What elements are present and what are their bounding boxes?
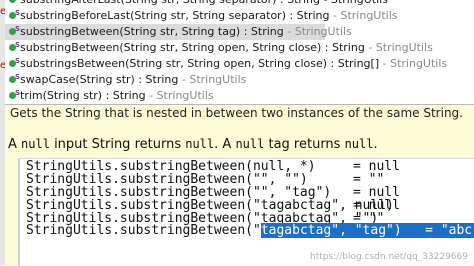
proposal-owner: - StringUtils: [283, 25, 352, 38]
text-selection[interactable]: tagabctag", "tag") = "abc": [260, 223, 474, 238]
content-assist-popup[interactable]: substringAfterLast(String str, String se…: [5, 0, 474, 105]
proposal-label: substringBetween(String str, String open…: [20, 40, 433, 56]
proposal-signature: substringBetween(String str, String tag)…: [20, 25, 284, 38]
proposal-label: substringBetween(String str, String tag)…: [20, 24, 352, 40]
proposal-label: substringAfterLast(String str, String se…: [20, 0, 388, 8]
proposal-signature: trim(String str) : String: [20, 89, 146, 102]
javadoc-null-note: A null input String returns null. A null…: [8, 137, 378, 152]
proposal-signature: substringBetween(String str, String open…: [20, 41, 365, 54]
example-line-selected[interactable]: StringUtils.substringBetween("tagabctag"…: [26, 223, 474, 239]
javadoc-description: Gets the String that is nested in betwee…: [10, 106, 463, 120]
proposal-signature: substringBeforeLast(String str, String s…: [20, 9, 330, 22]
proposal-item[interactable]: SsubstringsBetween(String str, String op…: [5, 56, 474, 72]
proposal-owner: - StringUtils: [329, 9, 398, 22]
proposal-item[interactable]: SsubstringBeforeLast(String str, String …: [5, 8, 474, 24]
watermark: https://blog.csdn.net/qq_33229669: [309, 252, 468, 262]
javadoc-code-example: StringUtils.substringBetween(null, *) = n…: [18, 158, 474, 266]
proposal-item[interactable]: substringAfterLast(String str, String se…: [5, 0, 474, 8]
proposal-owner: - StringUtils: [178, 73, 247, 86]
proposal-signature: substringsBetween(String str, String ope…: [20, 57, 380, 70]
public-method-icon: [9, 0, 16, 3]
proposal-owner: - StringUtils: [379, 57, 448, 70]
proposal-item[interactable]: SsubstringBetween(String str, String ope…: [5, 40, 474, 56]
proposal-item[interactable]: SsubstringBetween(String str, String tag…: [5, 24, 352, 40]
proposal-signature: swapCase(String str) : String: [20, 73, 179, 86]
proposal-item[interactable]: Strim(String str) : String - StringUtils: [5, 88, 474, 104]
proposal-owner: - StringUtils: [145, 89, 214, 102]
proposal-label: swapCase(String str) : String - StringUt…: [20, 72, 246, 88]
proposal-item[interactable]: SswapCase(String str) : String - StringU…: [5, 72, 474, 88]
proposal-owner: - StringUtils: [364, 41, 433, 54]
proposal-label: substringBeforeLast(String str, String s…: [20, 8, 398, 24]
proposal-label: trim(String str) : String - StringUtils: [20, 88, 214, 104]
proposal-label: substringsBetween(String str, String ope…: [20, 56, 447, 72]
